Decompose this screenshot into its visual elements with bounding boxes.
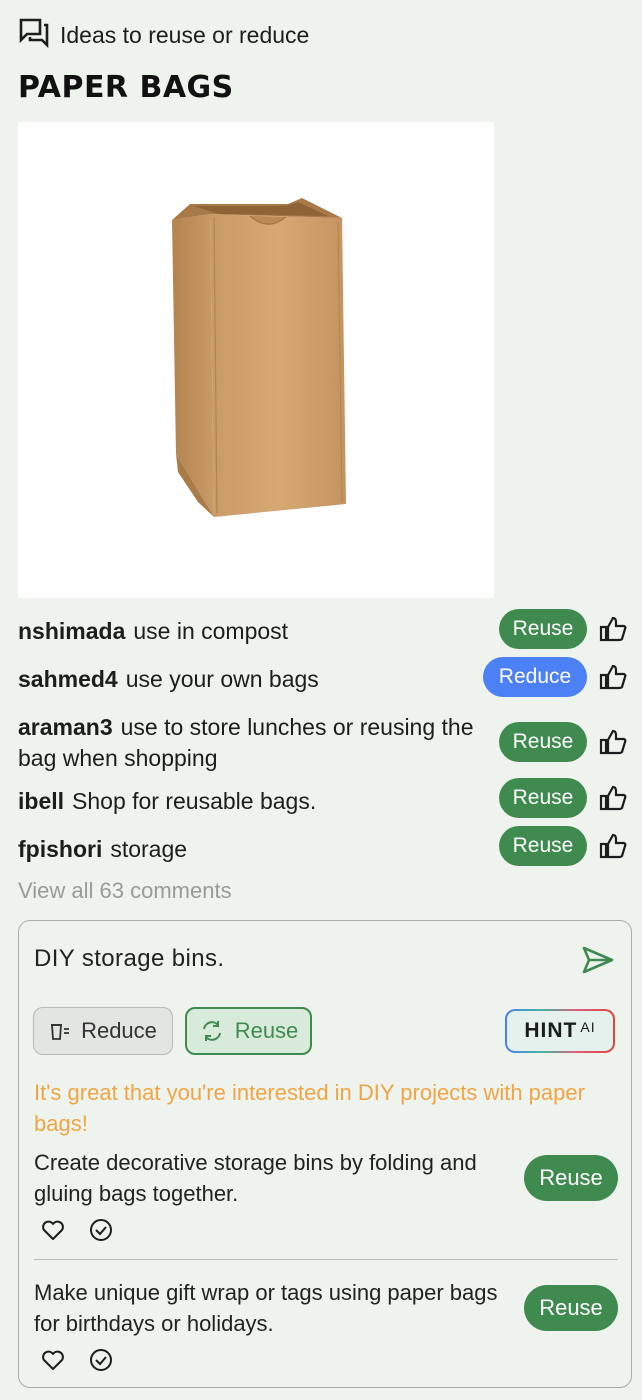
comment-text: fpishori storage [18, 834, 483, 865]
thumbs-up-icon[interactable] [598, 831, 628, 861]
reuse-label: Reuse [234, 1018, 299, 1043]
suggestion-text: Create decorative storage bins by foldin… [34, 1150, 477, 1206]
reuse-tag[interactable]: Reuse [499, 826, 587, 866]
thumbs-up-icon[interactable] [598, 662, 628, 692]
send-icon[interactable] [581, 945, 615, 975]
hint-ai-label: HINT AI [507, 1011, 613, 1051]
suggestion-actions [40, 1347, 114, 1373]
hint-ai-button[interactable]: HINT AI [505, 1009, 615, 1053]
comment-body: storage [110, 836, 188, 862]
section-label: Ideas to reuse or reduce [60, 21, 310, 48]
reuse-toggle[interactable]: Reuse [185, 1007, 312, 1055]
view-all-comments-link[interactable]: View all 63 comments [18, 878, 232, 904]
idea-composer: DIY storage bins. Reduce Reuse HINT AI It… [18, 920, 632, 1388]
recycle-icon [202, 1021, 221, 1041]
comment-item: fpishori storage Reuse [18, 826, 630, 866]
comments-icon [18, 16, 50, 54]
reuse-tag[interactable]: Reuse [499, 609, 587, 649]
comment-username[interactable]: araman3 [18, 714, 113, 740]
heart-icon[interactable] [40, 1347, 66, 1373]
comment-text: nshimada use in compost [18, 616, 483, 647]
reuse-tag[interactable]: Reuse [499, 722, 587, 762]
comment-text: ibell Shop for reusable bags. [18, 786, 483, 817]
suggestion-reuse-button[interactable]: Reuse [524, 1155, 618, 1201]
comment-item: ibell Shop for reusable bags. Reuse [18, 778, 630, 818]
hint-text: HINT [524, 1019, 578, 1042]
item-title: PAPER BAGS [18, 70, 234, 105]
comment-text: sahmed4 use your own bags [18, 664, 483, 695]
thumbs-up-icon[interactable] [598, 783, 628, 813]
check-circle-icon[interactable] [88, 1217, 114, 1243]
reduce-toggle[interactable]: Reduce [33, 1007, 173, 1055]
heart-icon[interactable] [40, 1217, 66, 1243]
idea-input[interactable]: DIY storage bins. [34, 945, 224, 973]
comment-body: Shop for reusable bags. [72, 788, 317, 814]
suggestion-reuse-button[interactable]: Reuse [524, 1285, 618, 1331]
comment-username[interactable]: nshimada [18, 618, 125, 644]
section-header: Ideas to reuse or reduce [18, 16, 309, 54]
ai-suggestion: Create decorative storage bins by foldin… [34, 1147, 618, 1247]
comment-text: araman3 use to store lunches or reusing t… [18, 712, 483, 774]
ai-suggestion: Make unique gift wrap or tags using pape… [34, 1277, 618, 1377]
thumbs-up-icon[interactable] [598, 727, 628, 757]
reduce-label: Reduce [81, 1018, 157, 1043]
comment-item: sahmed4 use your own bags Reduce [18, 657, 630, 697]
paper-bag-image [18, 122, 494, 598]
comment-username[interactable]: sahmed4 [18, 666, 118, 692]
suggestion-actions [40, 1217, 114, 1243]
suggestion-divider [34, 1259, 618, 1260]
comment-item: araman3 use to store lunches or reusing t… [18, 712, 630, 774]
check-circle-icon[interactable] [88, 1347, 114, 1373]
thumbs-up-icon[interactable] [598, 614, 628, 644]
ai-intro-text: It's great that you're interested in DIY… [34, 1080, 585, 1136]
comment-item: nshimada use in compost Reuse [18, 609, 630, 649]
comment-body: use your own bags [125, 666, 319, 692]
suggestion-text: Make unique gift wrap or tags using pape… [34, 1280, 498, 1336]
comment-username[interactable]: fpishori [18, 836, 102, 862]
reuse-tag[interactable]: Reuse [499, 778, 587, 818]
reduce-tag[interactable]: Reduce [483, 657, 587, 697]
comment-username[interactable]: ibell [18, 788, 64, 814]
reduce-icon [51, 1024, 70, 1040]
comment-body: use in compost [133, 618, 289, 644]
hint-sup: AI [580, 1019, 596, 1035]
